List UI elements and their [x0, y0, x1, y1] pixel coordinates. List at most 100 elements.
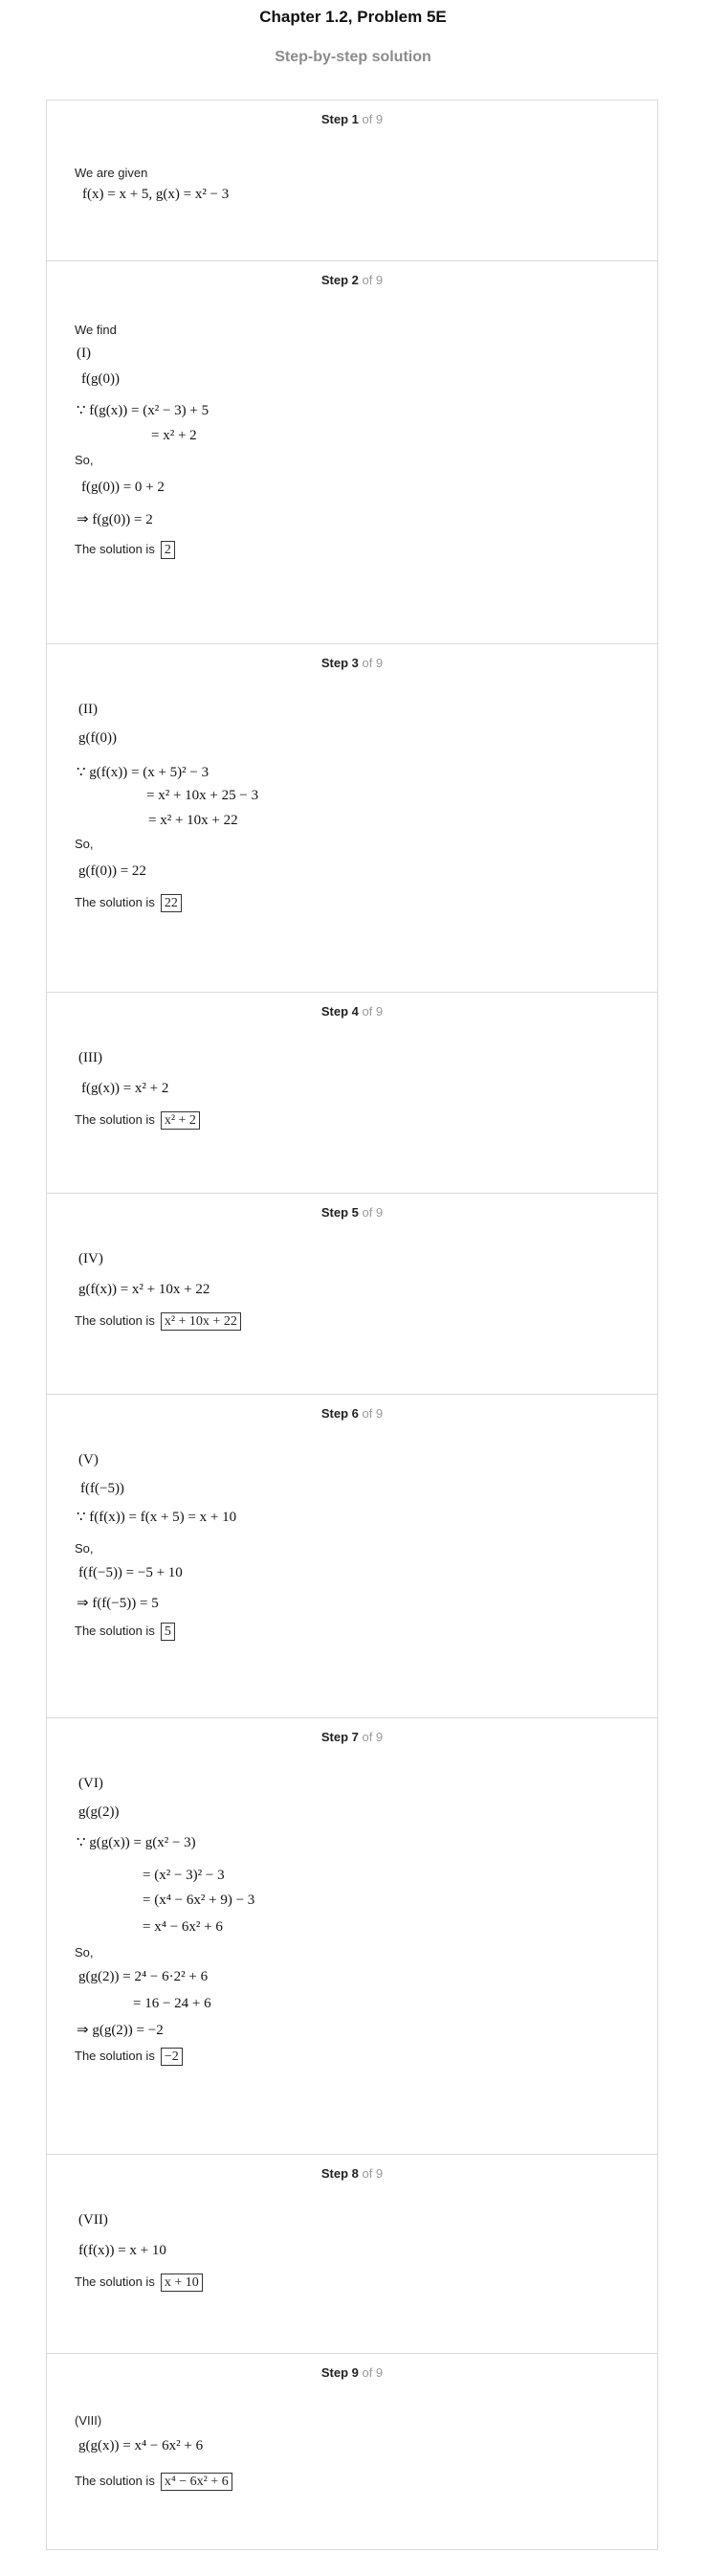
math-expression: ⇒ f(g(0)) = 2: [77, 512, 153, 527]
step-label: Step 5: [320, 1205, 359, 1220]
math-line: f(f(−5)): [80, 1481, 124, 1497]
math-expression: (VII): [78, 2212, 108, 2228]
step-label: Step 4: [320, 1004, 359, 1019]
math-expression: (IV): [78, 1251, 103, 1266]
step-header: Step 7 of 9: [47, 1730, 657, 1744]
step-label: Step 6: [320, 1406, 359, 1421]
text-label: The solution is: [75, 1312, 155, 1328]
math-line: ∵ f(f(x)) = f(x + 5) = x + 10: [77, 1508, 236, 1526]
step-header: Step 3 of 9: [47, 656, 657, 670]
solution-line: The solution is x + 10: [75, 2274, 203, 2292]
math-line: (II): [78, 702, 98, 718]
step-card: Step 4 of 9 (III) f(g(x)) = x² + 2 The solu…: [46, 992, 658, 1193]
text-label: (VIII): [75, 2413, 102, 2428]
math-expression: g(f(x)) = x² + 10x + 22: [78, 1282, 210, 1297]
answer-box: 22: [160, 894, 182, 912]
math-expression: f(x) = x + 5, g(x) = x² − 3: [82, 187, 230, 202]
text-label: We find: [75, 323, 117, 337]
text-line: So,: [75, 1945, 94, 1960]
math-expression: ∵ g(g(x)) = g(x² − 3): [77, 1835, 196, 1850]
step-header: Step 6 of 9: [47, 1406, 657, 1421]
step-card: Step 7 of 9 (VI) g(g(2)) ∵ g(g(x)) = g(x² −…: [46, 1717, 658, 2154]
step-count: of 9: [358, 656, 384, 670]
answer-box: x + 10: [160, 2274, 203, 2292]
math-expression: f(g(0)): [81, 371, 120, 387]
math-line: g(f(0)) = 22: [78, 863, 146, 880]
solution-line: The solution is 22: [75, 894, 182, 912]
math-expression: g(f(0)): [78, 730, 117, 746]
step-header: Step 9 of 9: [47, 2365, 657, 2380]
page-subtitle: Step-by-step solution: [275, 49, 431, 65]
step-count: of 9: [358, 1730, 384, 1744]
math-line: f(f(x)) = x + 10: [78, 2243, 166, 2259]
text-label: So,: [75, 453, 94, 467]
math-line: g(f(x)) = x² + 10x + 22: [78, 1282, 210, 1298]
math-line: (I): [77, 346, 91, 362]
math-line: = x² + 2: [151, 428, 197, 444]
math-line: = (x⁴ − 6x² + 9) − 3: [143, 1893, 254, 1909]
math-expression: ∵ f(f(x)) = f(x + 5) = x + 10: [77, 1510, 237, 1525]
math-line: = (x² − 3)² − 3: [143, 1868, 225, 1884]
text-label: The solution is: [75, 2473, 155, 2488]
math-line: f(f(−5)) = −5 + 10: [78, 1565, 183, 1581]
step-count: of 9: [358, 273, 384, 287]
answer-box: x² + 10x + 22: [160, 1312, 241, 1331]
math-line: ∵ g(g(x)) = g(x² − 3): [77, 1833, 196, 1851]
step-card: Step 1 of 9 We are given f(x) = x + 5, g(x…: [46, 100, 658, 260]
text-label: The solution is: [75, 894, 155, 909]
step-label: Step 1: [320, 112, 359, 126]
step-card: Step 9 of 9 (VIII) g(g(x)) = x⁴ − 6x² + 6 T…: [46, 2353, 658, 2550]
step-label: Step 7: [320, 1730, 359, 1744]
step-header: Step 4 of 9: [47, 1004, 657, 1019]
math-line: ⇒ f(f(−5)) = 5: [77, 1594, 159, 1612]
solution-line: The solution is 5: [75, 1623, 175, 1641]
math-expression: = x² + 2: [151, 428, 197, 443]
math-expression: f(g(x)) = x² + 2: [81, 1081, 169, 1096]
math-line: f(g(0)): [81, 371, 120, 388]
math-expression: ⇒ f(f(−5)) = 5: [77, 1596, 159, 1611]
answer-box: −2: [160, 2048, 183, 2066]
math-line: (VII): [78, 2212, 108, 2229]
math-line: ⇒ g(g(2)) = −2: [77, 2021, 164, 2039]
math-expression: = x² + 10x + 22: [148, 813, 238, 828]
math-line: f(g(x)) = x² + 2: [81, 1081, 168, 1097]
math-expression: (VI): [78, 1776, 103, 1791]
math-expression: f(f(−5)): [80, 1481, 124, 1496]
math-expression: g(g(x)) = x⁴ − 6x² + 6: [78, 2438, 204, 2453]
answer-box: 5: [160, 1623, 175, 1641]
solution-line: The solution is x⁴ − 6x² + 6: [75, 2473, 232, 2491]
math-expression: (II): [78, 702, 98, 717]
step-card: Step 6 of 9 (V) f(f(−5)) ∵ f(f(x)) = f(x + …: [46, 1394, 658, 1717]
math-line: = x² + 10x + 22: [148, 813, 238, 829]
text-label: So,: [75, 1541, 94, 1556]
solution-line: The solution is 2: [75, 541, 175, 559]
math-expression: g(f(0)) = 22: [78, 863, 146, 879]
text-line: So,: [75, 1541, 94, 1556]
text-label: We are given: [75, 166, 148, 180]
math-line: (V): [78, 1452, 99, 1468]
math-line: f(g(0)) = 0 + 2: [81, 480, 165, 496]
step-label: Step 2: [320, 273, 359, 287]
step-card: Step 5 of 9 (IV) g(f(x)) = x² + 10x + 22 Th…: [46, 1193, 658, 1394]
math-expression: = 16 − 24 + 6: [133, 1996, 211, 2011]
math-expression: f(g(0)) = 0 + 2: [81, 480, 165, 495]
text-label: The solution is: [75, 541, 155, 556]
math-expression: g(g(2)) = 2⁴ − 6·2² + 6: [78, 1969, 209, 1984]
math-expression: g(g(2)): [78, 1804, 120, 1820]
math-line: ∵ f(g(x)) = (x² − 3) + 5: [77, 401, 209, 419]
math-expression: ∵ f(g(x)) = (x² − 3) + 5: [77, 403, 210, 418]
math-expression: = (x⁴ − 6x² + 9) − 3: [143, 1893, 255, 1908]
math-expression: = x⁴ − 6x² + 6: [143, 1919, 223, 1935]
math-expression: f(f(x)) = x + 10: [78, 2243, 166, 2258]
step-label: Step 9: [320, 2365, 359, 2380]
page-title: Chapter 1.2, Problem 5E: [259, 8, 447, 26]
math-line: = 16 − 24 + 6: [133, 1996, 211, 2012]
step-header: Step 8 of 9: [47, 2166, 657, 2181]
step-count: of 9: [358, 112, 384, 126]
text-label: The solution is: [75, 1623, 155, 1638]
answer-box: x² + 2: [160, 1111, 200, 1130]
text-line: We find: [75, 323, 117, 337]
math-line: = x² + 10x + 25 − 3: [146, 788, 258, 804]
step-count: of 9: [358, 1205, 384, 1220]
text-line: So,: [75, 453, 94, 467]
